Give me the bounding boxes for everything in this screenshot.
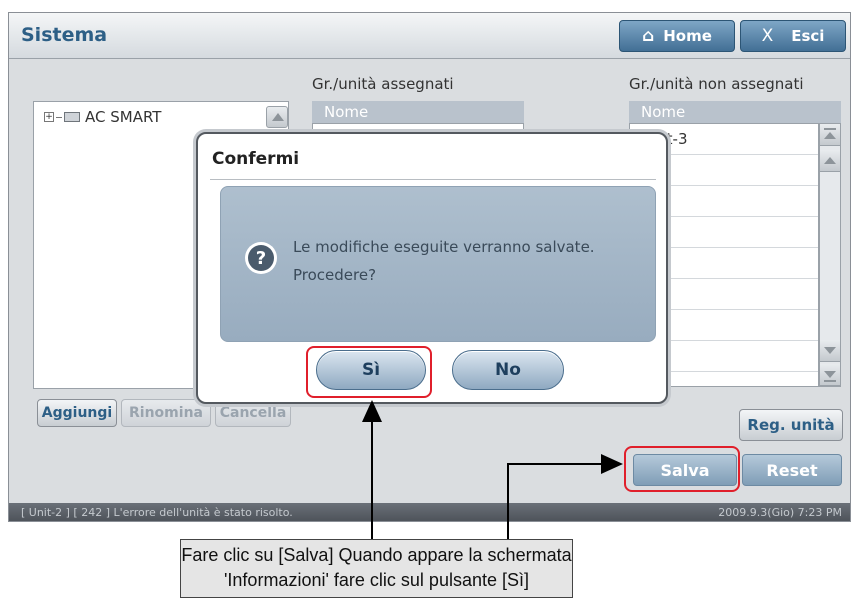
title-bar: Sistema ⌂ Home X Esci <box>9 13 850 59</box>
scroll-bottom-icon[interactable] <box>820 364 840 386</box>
no-button[interactable]: No <box>452 350 564 390</box>
assigned-column-header: Nome <box>312 101 524 123</box>
callout-line2: 'Informazioni' fare clic sul pulsante [S… <box>223 570 529 590</box>
status-bar: [ Unit-2 ] [ 242 ] L'errore dell'unità è… <box>9 503 850 521</box>
vertical-scrollbar[interactable] <box>819 123 841 387</box>
unassigned-column-header: Nome <box>629 101 841 123</box>
instruction-callout: Fare clic su [Salva] Quando appare la sc… <box>180 539 573 598</box>
home-icon: ⌂ <box>642 26 655 46</box>
reset-button[interactable]: Reset <box>742 454 842 486</box>
callout-line1: Fare clic su [Salva] Quando appare la sc… <box>181 545 572 565</box>
dialog-divider <box>210 179 656 180</box>
status-message: [ Unit-2 ] [ 242 ] L'errore dell'unità è… <box>21 506 293 519</box>
assigned-title: Gr./unità assegnati <box>312 75 454 93</box>
scroll-down-icon[interactable] <box>820 340 840 362</box>
exit-label: Esci <box>791 27 825 45</box>
question-icon: ? <box>245 242 277 274</box>
rename-button[interactable]: Rinomina <box>121 399 211 427</box>
tree-connector <box>56 116 62 118</box>
add-button[interactable]: Aggiungi <box>37 399 117 427</box>
folder-icon <box>64 112 80 122</box>
exit-button[interactable]: X Esci <box>740 20 846 52</box>
scroll-top-icon[interactable] <box>820 124 840 146</box>
home-label: Home <box>663 27 712 45</box>
tree-node-label: AC SMART <box>85 108 162 126</box>
tree-node[interactable]: + AC SMART <box>44 108 161 126</box>
highlight-save <box>624 446 740 492</box>
x-icon: X <box>761 26 774 46</box>
scroll-up-icon[interactable] <box>820 150 840 172</box>
dialog-title: Confermi <box>212 149 300 169</box>
home-button[interactable]: ⌂ Home <box>619 20 735 52</box>
register-unit-button[interactable]: Reg. unità <box>739 409 843 441</box>
dialog-message-line1: Le modifiche eseguite verranno salvate. <box>293 238 595 256</box>
unassigned-title: Gr./unità non assegnati <box>629 75 804 93</box>
dialog-body: ? Le modifiche eseguite verranno salvate… <box>220 186 656 342</box>
scroll-up-icon[interactable] <box>266 106 288 128</box>
dialog-message-line2: Procedere? <box>293 266 377 284</box>
dialog-message: Le modifiche eseguite verranno salvate. … <box>293 233 595 289</box>
page-title: Sistema <box>21 24 108 46</box>
expand-icon[interactable]: + <box>44 112 54 122</box>
status-datetime: 2009.9.3(Gio) 7:23 PM <box>718 506 842 519</box>
highlight-yes <box>306 346 432 398</box>
confirm-dialog: Confermi ? Le modifiche eseguite verrann… <box>196 132 668 404</box>
